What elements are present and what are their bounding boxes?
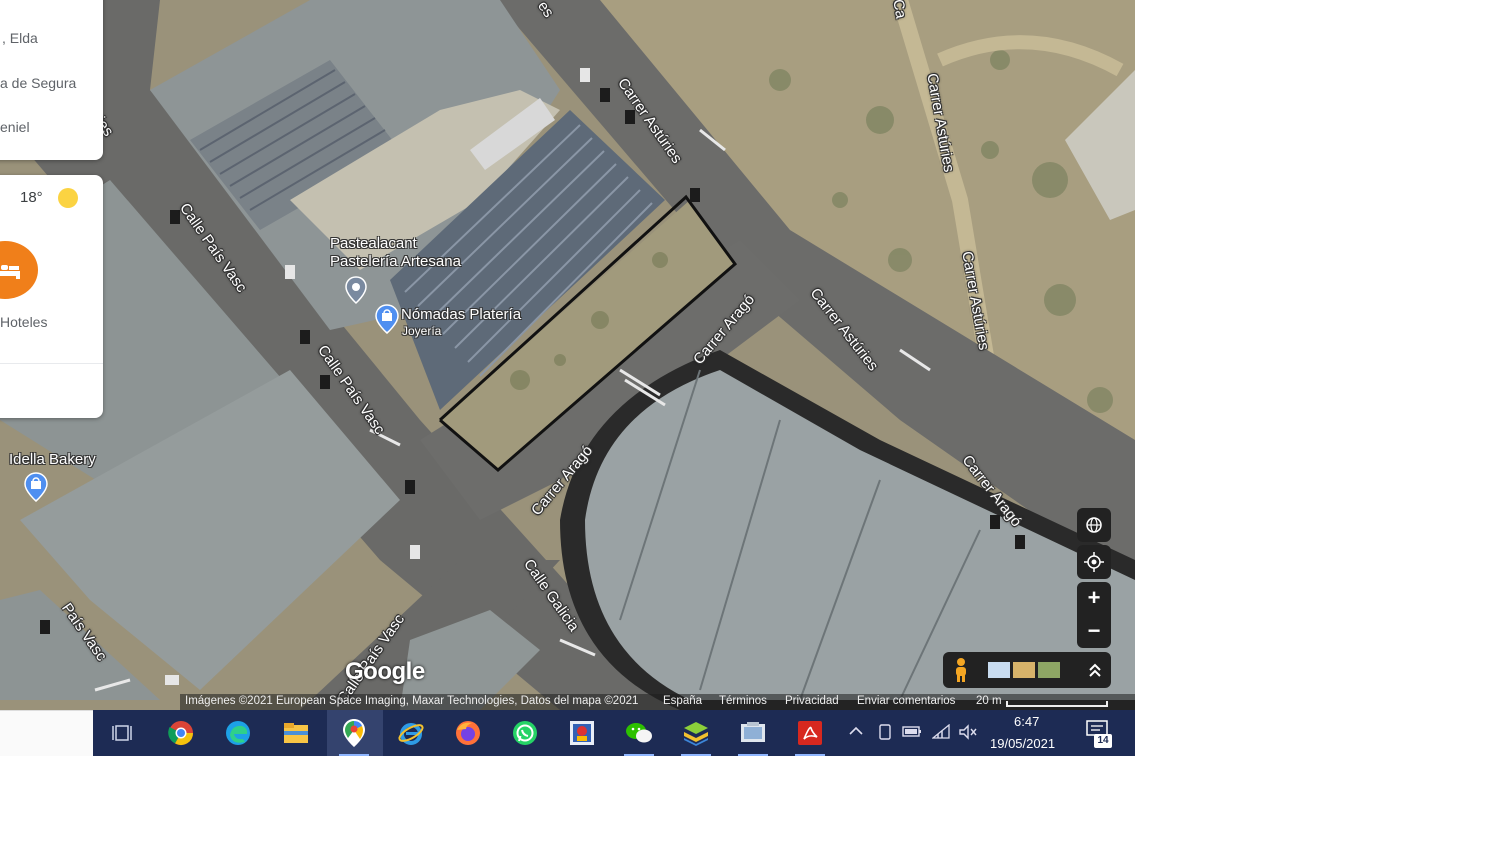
firefox-icon[interactable] (453, 718, 483, 748)
chrome-icon[interactable] (166, 718, 196, 748)
battery-icon[interactable] (902, 724, 922, 741)
wifi-icon[interactable] (931, 723, 950, 743)
layer-thumbnail-terrain[interactable] (1013, 662, 1035, 678)
clock-time[interactable]: 6:47 (1014, 714, 1039, 729)
scale-bar (1006, 701, 1108, 707)
sun-icon (58, 188, 78, 208)
running-app-indicator (738, 754, 768, 756)
wechat-icon[interactable] (624, 718, 654, 748)
zoom-in-button[interactable]: + (1077, 582, 1111, 615)
layer-thumbnail-default[interactable] (988, 662, 1010, 678)
place-subtitle[interactable]: Pastelería Artesana (330, 253, 461, 271)
running-app-indicator (624, 754, 654, 756)
pegman-icon[interactable] (951, 657, 971, 683)
running-app-indicator (795, 754, 825, 756)
recent-search-item[interactable]: a de Segura (0, 75, 76, 91)
feedback-link[interactable]: Enviar comentarios (857, 695, 955, 707)
internet-explorer-icon[interactable] (396, 718, 426, 748)
hotels-label[interactable]: Hoteles (0, 314, 47, 330)
street-label: Ca (889, 0, 910, 20)
scale-label: 20 m (976, 695, 1002, 707)
satellite-map[interactable]: Carrer Astúries Carrer Astúries Carrer A… (0, 0, 1135, 710)
file-explorer-icon[interactable] (281, 718, 311, 748)
running-app-indicator (681, 754, 711, 756)
acrobat-icon[interactable] (795, 718, 825, 748)
globe-icon (1086, 517, 1102, 533)
globe-view-button[interactable] (1077, 508, 1111, 542)
place-name[interactable]: Nómadas Platería (401, 306, 521, 324)
google-logo: Google (345, 658, 425, 685)
place-category: Joyería (402, 324, 442, 338)
volume-muted-icon[interactable] (958, 724, 978, 743)
recent-searches-panel: , Elda a de Segura eniel (0, 0, 103, 160)
panel-divider (0, 363, 103, 364)
layer-thumbnail-satellite[interactable] (1038, 662, 1060, 678)
notification-count-badge: 14 (1094, 734, 1112, 748)
bluestacks-icon[interactable] (681, 718, 711, 748)
chevron-up-icon[interactable] (848, 724, 864, 741)
windows-taskbar (93, 710, 1135, 756)
edge-icon[interactable] (223, 718, 253, 748)
clock-date[interactable]: 19/05/2021 (990, 736, 1055, 751)
explore-panel: 18° Hoteles (0, 175, 103, 418)
terms-link[interactable]: Términos (719, 695, 767, 707)
attribution-bar: Imágenes ©2021 European Space Imaging, M… (180, 694, 1135, 710)
recent-search-item[interactable]: eniel (0, 119, 30, 135)
photo-app-icon[interactable] (567, 718, 597, 748)
imagery-attribution: Imágenes ©2021 European Space Imaging, M… (185, 695, 639, 707)
shopping-bag-pin-icon[interactable] (375, 304, 399, 339)
weather-temperature: 18° (20, 189, 43, 206)
privacy-link[interactable]: Privacidad (785, 695, 839, 707)
place-name[interactable]: Idella Bakery (9, 451, 96, 469)
place-name[interactable]: Pastealacant (330, 235, 417, 253)
notes-app-icon[interactable] (738, 718, 768, 748)
task-view-icon[interactable] (108, 718, 138, 748)
google-maps-icon[interactable] (339, 718, 369, 748)
recent-search-item[interactable]: , Elda (2, 30, 38, 46)
tablet-icon[interactable] (878, 724, 892, 743)
layers-bar (943, 652, 1111, 688)
active-app-indicator (339, 754, 369, 756)
bed-icon (0, 265, 20, 279)
zoom-out-button[interactable]: − (1077, 615, 1111, 648)
hotels-button[interactable] (0, 241, 38, 299)
zoom-controls: + − (1077, 582, 1111, 648)
my-location-button[interactable] (1077, 545, 1111, 579)
shopping-bag-pin-icon[interactable] (24, 472, 48, 507)
crosshair-icon (1084, 552, 1104, 572)
country-link[interactable]: España (663, 695, 702, 707)
map-pin-icon[interactable] (345, 276, 367, 309)
taskbar-search-area[interactable] (0, 710, 93, 756)
expand-up-icon[interactable] (1088, 662, 1102, 678)
whatsapp-icon[interactable] (510, 718, 540, 748)
